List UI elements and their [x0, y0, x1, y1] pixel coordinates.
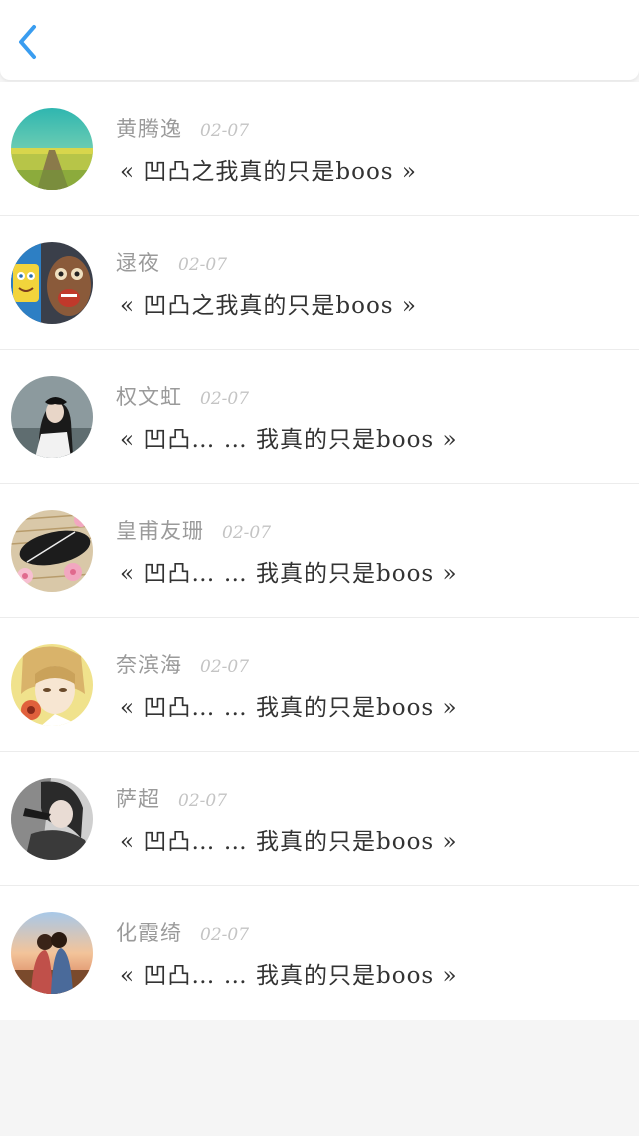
item-meta: 黄腾逸 02-07: [116, 113, 249, 143]
list-item[interactable]: 权文虹 02-07 « 凹凸… … 我真的只是boos »: [0, 350, 639, 484]
item-meta: 权文虹 02-07: [116, 381, 249, 411]
avatar[interactable]: [11, 912, 93, 994]
list-item[interactable]: 逯夜 02-07 « 凹凸之我真的只是boos »: [0, 216, 639, 350]
item-time: 02-07: [178, 255, 228, 275]
item-message: « 凹凸… … 我真的只是boos »: [120, 829, 458, 855]
item-time: 02-07: [200, 389, 250, 409]
back-button[interactable]: [8, 20, 48, 64]
item-message: « 凹凸… … 我真的只是boos »: [120, 963, 458, 989]
contact-name: 皇甫友珊: [116, 519, 204, 543]
contact-name: 黄腾逸: [116, 117, 182, 141]
contact-name: 萨超: [116, 787, 160, 811]
item-time: 02-07: [200, 657, 250, 677]
chevron-left-icon: [19, 25, 36, 59]
item-message: « 凹凸… … 我真的只是boos »: [120, 427, 458, 453]
item-time: 02-07: [178, 791, 228, 811]
contact-name: 化霞绮: [116, 921, 182, 945]
item-message: « 凹凸之我真的只是boos »: [120, 159, 417, 185]
avatar[interactable]: [11, 242, 93, 324]
screen: 黄腾逸 02-07 « 凹凸之我真的只是boos » 逯夜 02-07 « 凹凸…: [0, 0, 639, 1136]
contact-name: 逯夜: [116, 251, 160, 275]
item-meta: 萨超 02-07: [116, 783, 227, 813]
contact-name: 奈滨海: [116, 653, 182, 677]
avatar[interactable]: [11, 510, 93, 592]
avatar[interactable]: [11, 376, 93, 458]
item-message: « 凹凸… … 我真的只是boos »: [120, 695, 458, 721]
message-list: 黄腾逸 02-07 « 凹凸之我真的只是boos » 逯夜 02-07 « 凹凸…: [0, 82, 639, 1020]
avatar[interactable]: [11, 778, 93, 860]
item-meta: 奈滨海 02-07: [116, 649, 249, 679]
top-bar: [0, 0, 639, 80]
contact-name: 权文虹: [116, 385, 182, 409]
item-time: 02-07: [200, 121, 250, 141]
list-item[interactable]: 黄腾逸 02-07 « 凹凸之我真的只是boos »: [0, 82, 639, 216]
list-item[interactable]: 萨超 02-07 « 凹凸… … 我真的只是boos »: [0, 752, 639, 886]
item-meta: 逯夜 02-07: [116, 247, 227, 277]
item-message: « 凹凸之我真的只是boos »: [120, 293, 417, 319]
list-item[interactable]: 化霞绮 02-07 « 凹凸… … 我真的只是boos »: [0, 886, 639, 1020]
item-time: 02-07: [200, 925, 250, 945]
list-item[interactable]: 皇甫友珊 02-07 « 凹凸… … 我真的只是boos »: [0, 484, 639, 618]
avatar[interactable]: [11, 108, 93, 190]
item-meta: 皇甫友珊 02-07: [116, 515, 271, 545]
avatar[interactable]: [11, 644, 93, 726]
item-meta: 化霞绮 02-07: [116, 917, 249, 947]
item-message: « 凹凸… … 我真的只是boos »: [120, 561, 458, 587]
list-item[interactable]: 奈滨海 02-07 « 凹凸… … 我真的只是boos »: [0, 618, 639, 752]
item-time: 02-07: [222, 523, 272, 543]
